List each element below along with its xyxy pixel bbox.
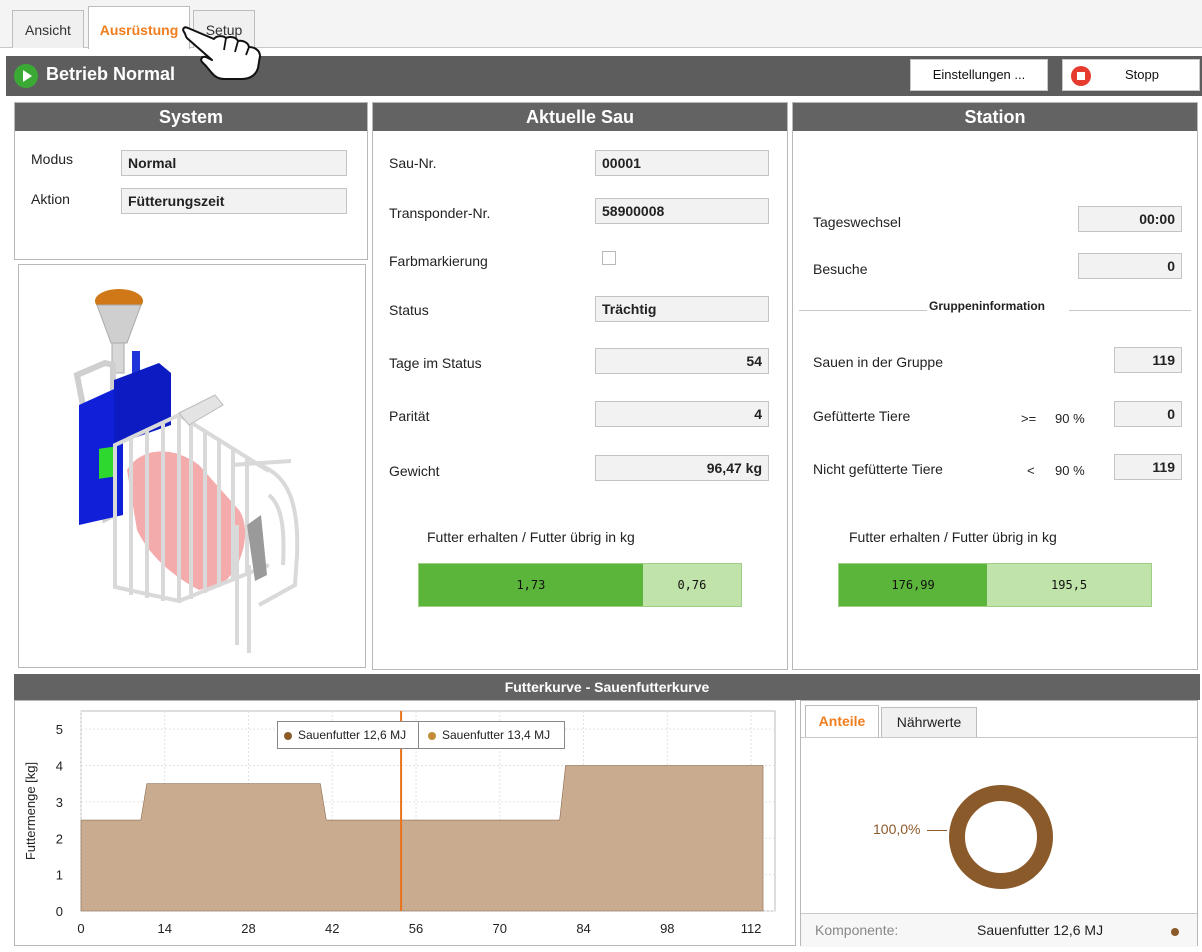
unfed-animals-label: Nicht gefütterte Tiere	[813, 461, 943, 477]
current-sow-title: Aktuelle Sau	[373, 103, 787, 131]
unfed-animals-field: 119	[1114, 454, 1182, 480]
y-tick-label: 4	[56, 759, 63, 774]
current-sow-panel: Aktuelle Sau Sau-Nr. 00001 Transponder-N…	[372, 102, 788, 670]
feeding-station-image	[73, 289, 300, 653]
weight-label: Gewicht	[389, 463, 440, 479]
component-label: Komponente:	[815, 922, 899, 938]
days-in-status-label: Tage im Status	[389, 355, 482, 371]
x-tick-label: 14	[158, 921, 172, 936]
status-label: Status	[389, 302, 429, 318]
pie-slice-sauenfutter	[949, 785, 1053, 889]
fed-animals-operator: >=	[1021, 411, 1037, 426]
legend-separator	[418, 722, 419, 749]
tab-ansicht[interactable]: Ansicht	[12, 10, 84, 48]
x-tick-label: 98	[660, 921, 674, 936]
action-label: Aktion	[31, 191, 70, 207]
y-axis-label: Futtermenge [kg]	[23, 762, 38, 860]
tab-divider	[801, 737, 1197, 738]
legend-series-1: Sauenfutter 12,6 MJ	[298, 728, 407, 742]
component-row: Komponente: Sauenfutter 12,6 MJ	[801, 913, 1197, 947]
transponder-field: 58900008	[595, 198, 769, 224]
sow-feed-caption: Futter erhalten / Futter übrig in kg	[427, 529, 635, 545]
legend-dot-1	[284, 732, 292, 740]
color-marking-label: Farbmarkierung	[389, 253, 488, 269]
y-tick-label: 2	[56, 831, 63, 846]
operation-status: Betrieb Normal	[46, 64, 176, 84]
parity-field: 4	[595, 401, 769, 427]
sow-feed-left: 0,76	[642, 564, 741, 606]
sow-feed-received: 1,73	[419, 564, 643, 606]
pie-percentage-label: 100,0%	[873, 821, 921, 837]
y-tick-label: 5	[56, 722, 63, 737]
station-feed-received: 176,99	[839, 564, 988, 606]
weight-field: 96,47 kg	[595, 455, 769, 481]
x-tick-label: 28	[241, 921, 255, 936]
component-value: Sauenfutter 12,6 MJ	[977, 922, 1104, 938]
legend-dot-2	[428, 732, 436, 740]
tab-naehrwerte[interactable]: Nährwerte	[881, 707, 977, 737]
station-title: Station	[793, 103, 1197, 131]
station-feed-bar: 176,99 195,5	[838, 563, 1152, 607]
visits-field: 0	[1078, 253, 1182, 279]
unfed-animals-operator: <	[1027, 463, 1035, 478]
hand-cursor-icon	[182, 26, 261, 80]
settings-button[interactable]: Einstellungen ...	[910, 59, 1048, 91]
play-icon	[14, 64, 38, 88]
sow-feed-bar: 1,73 0,76	[418, 563, 742, 607]
sows-in-group-field: 119	[1114, 347, 1182, 373]
x-tick-label: 84	[576, 921, 590, 936]
feeder-image-panel	[18, 264, 366, 668]
fed-animals-label: Gefütterte Tiere	[813, 408, 911, 424]
legend-series-2: Sauenfutter 13,4 MJ	[442, 728, 551, 742]
y-tick-label: 3	[56, 795, 63, 810]
x-tick-label: 112	[741, 921, 762, 936]
status-field: Trächtig	[595, 296, 769, 322]
composition-pie	[949, 785, 1053, 889]
chart-legend: Sauenfutter 12,6 MJ Sauenfutter 13,4 MJ	[277, 721, 565, 749]
group-divider-right	[1069, 310, 1191, 311]
fed-animals-threshold: 90 %	[1055, 411, 1085, 426]
system-title: System	[15, 103, 367, 131]
mode-label: Modus	[31, 151, 74, 167]
mode-field: Normal	[121, 150, 347, 176]
x-tick-label: 70	[493, 921, 507, 936]
y-tick-label: 1	[56, 868, 63, 883]
y-tick-label: 0	[56, 904, 63, 919]
feed-curve-title: Futterkurve - Sauenfutterkurve	[14, 674, 1200, 700]
station-feed-left: 195,5	[987, 564, 1151, 606]
group-divider-left	[799, 310, 927, 311]
color-marking-checkbox[interactable]	[602, 251, 616, 265]
component-color-dot	[1171, 928, 1179, 936]
fed-animals-field: 0	[1114, 401, 1182, 427]
stop-button[interactable]: Stopp	[1062, 59, 1200, 91]
station-panel: Station Tageswechsel 00:00 Besuche 0 Gru…	[792, 102, 1198, 670]
day-change-label: Tageswechsel	[813, 214, 901, 230]
sow-number-field: 00001	[595, 150, 769, 176]
days-in-status-field: 54	[595, 348, 769, 374]
visits-label: Besuche	[813, 261, 868, 277]
stop-icon	[1071, 66, 1091, 86]
transponder-label: Transponder-Nr.	[389, 205, 491, 221]
composition-panel: Anteile Nährwerte 100,0% Komponente: Sau…	[800, 700, 1198, 947]
parity-label: Parität	[389, 408, 430, 424]
tab-ausruestung[interactable]: Ausrüstung	[88, 6, 190, 49]
x-tick-label: 56	[409, 921, 423, 936]
stop-button-label: Stopp	[1125, 67, 1159, 82]
sows-in-group-label: Sauen in der Gruppe	[813, 354, 943, 370]
group-info-heading: Gruppeninformation	[929, 299, 1045, 313]
day-change-field: 00:00	[1078, 206, 1182, 232]
pie-label-line	[927, 830, 947, 831]
system-panel: System Modus Normal Aktion Fütterungszei…	[14, 102, 368, 260]
x-tick-label: 42	[325, 921, 339, 936]
tab-anteile[interactable]: Anteile	[805, 705, 879, 737]
station-feed-caption: Futter erhalten / Futter übrig in kg	[849, 529, 1057, 545]
action-field: Fütterungszeit	[121, 188, 347, 214]
unfed-animals-threshold: 90 %	[1055, 463, 1085, 478]
feed-curve-panel: 0 1 2 3 4 5 0 14 28 42 56 70 84 98 112 Futtermenge [kg]…	[14, 700, 796, 946]
sow-number-label: Sau-Nr.	[389, 155, 437, 171]
x-tick-label: 0	[77, 921, 84, 936]
